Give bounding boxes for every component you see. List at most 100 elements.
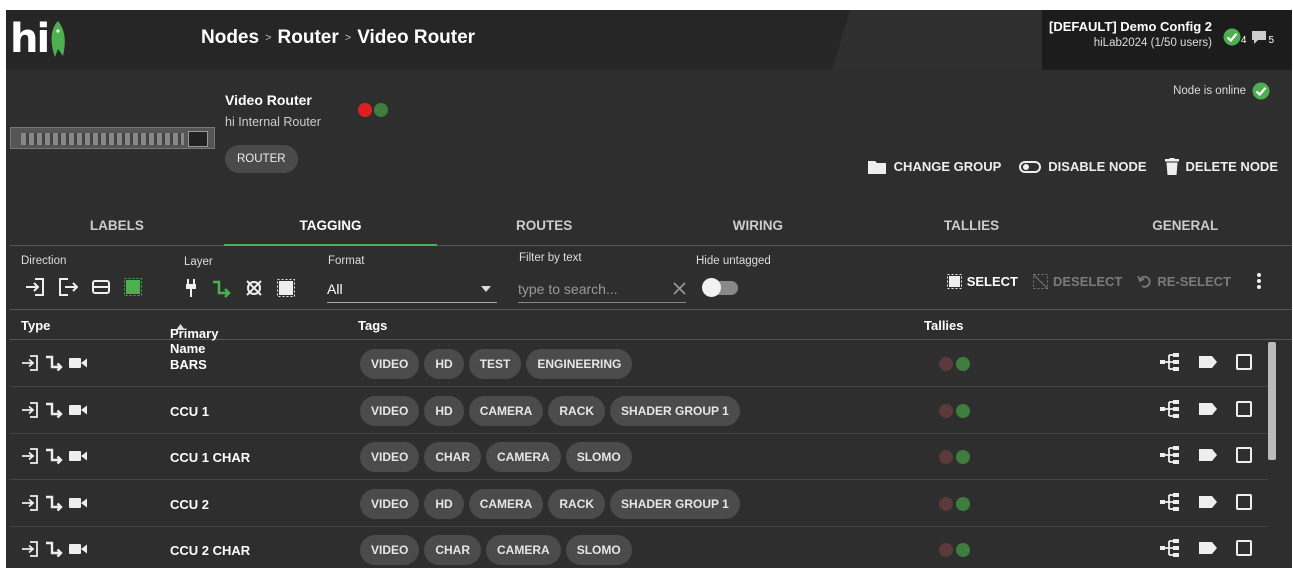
- online-text: Node is online: [1173, 85, 1246, 97]
- tag-chip[interactable]: VIDEO: [360, 395, 420, 426]
- delete-node-button[interactable]: DELETE NODE: [1164, 158, 1278, 175]
- row-actions: [1160, 492, 1252, 511]
- breadcrumb-separator: >: [265, 32, 272, 44]
- label-tag-icon[interactable]: [1198, 495, 1218, 509]
- table-row[interactable]: CCU 2 CHAR VIDEO CHAR CAMERA SLOMO: [10, 527, 1268, 568]
- row-primary-name: CCU 2: [170, 496, 210, 512]
- messages-indicator[interactable]: 5: [1250, 29, 1274, 46]
- row-tallies: [939, 450, 970, 464]
- more-vert-icon[interactable]: [1256, 272, 1262, 290]
- row-checkbox[interactable]: [1236, 400, 1252, 417]
- row-primary-name: CCU 1 CHAR: [170, 450, 251, 465]
- logo-text: hi: [10, 16, 50, 62]
- tag-chip[interactable]: VIDEO: [360, 442, 420, 472]
- row-checkbox[interactable]: [1236, 493, 1252, 510]
- table-row[interactable]: CCU 1 CHAR VIDEO CHAR CAMERA SLOMO: [10, 434, 1268, 480]
- select-button[interactable]: SELECT: [946, 273, 1018, 289]
- tag-chip[interactable]: ENGINEERING: [526, 349, 633, 379]
- table-row[interactable]: CCU 1 VIDEO HD CAMERA RACK SHADER GROUP 1: [10, 388, 1268, 434]
- table-row[interactable]: BARS VIDEO HD TEST ENGINEERING: [10, 341, 1268, 387]
- change-group-button[interactable]: CHANGE GROUP: [867, 158, 1001, 175]
- tab-routes[interactable]: ROUTES: [437, 206, 651, 245]
- tab-tallies[interactable]: TALLIES: [865, 206, 1079, 245]
- disable-node-button[interactable]: DISABLE NODE: [1019, 158, 1147, 175]
- tag-chip[interactable]: CAMERA: [486, 442, 561, 472]
- app-logo[interactable]: hi: [10, 16, 68, 62]
- tab-general[interactable]: GENERAL: [1078, 206, 1292, 245]
- bidirectional-icon[interactable]: [91, 278, 111, 296]
- label-tag-icon[interactable]: [1198, 541, 1218, 555]
- tally-green-indicator: [956, 450, 970, 464]
- tally-red-indicator: [939, 403, 953, 418]
- crossover-icon[interactable]: [244, 278, 264, 298]
- tally-red-indicator: [939, 496, 953, 511]
- hierarchy-icon[interactable]: [1160, 446, 1180, 464]
- tag-chip[interactable]: VIDEO: [360, 535, 420, 565]
- deselect-button[interactable]: DESELECT: [1032, 273, 1122, 289]
- tag-chip[interactable]: VIDEO: [360, 349, 420, 379]
- tag-chip[interactable]: RACK: [548, 395, 606, 426]
- tag-chip[interactable]: SHADER GROUP 1: [610, 488, 740, 519]
- format-select[interactable]: All: [327, 275, 497, 303]
- tab-labels[interactable]: LABELS: [10, 206, 224, 245]
- tag-chip[interactable]: HD: [424, 395, 464, 426]
- scrollbar[interactable]: [1268, 342, 1276, 460]
- label-tag-icon[interactable]: [1198, 355, 1218, 369]
- col-name-header[interactable]: Primary Name: [170, 318, 218, 356]
- table-row[interactable]: CCU 2 VIDEO HD CAMERA RACK SHADER GROUP 1: [10, 481, 1268, 527]
- label-tag-icon[interactable]: [1198, 402, 1218, 416]
- deselect-icon: [1032, 273, 1048, 289]
- tag-chip[interactable]: HD: [424, 349, 464, 379]
- caret-down-icon: [481, 285, 491, 292]
- close-icon[interactable]: [673, 282, 686, 295]
- config-info[interactable]: [DEFAULT] Demo Config 2 hiLab2024 (1/50 …: [1049, 19, 1212, 49]
- row-checkbox[interactable]: [1236, 540, 1252, 556]
- hide-untagged-label: Hide untagged: [696, 255, 771, 267]
- breadcrumb-router[interactable]: Router: [278, 27, 339, 49]
- hierarchy-icon[interactable]: [1160, 353, 1180, 371]
- status-light-red: [358, 103, 372, 117]
- node-subtitle: hi Internal Router: [225, 115, 321, 129]
- row-checkbox[interactable]: [1236, 447, 1252, 463]
- breadcrumb-nodes[interactable]: Nodes: [201, 27, 259, 49]
- disable-node-label: DISABLE NODE: [1048, 159, 1147, 174]
- tag-chip[interactable]: CAMERA: [468, 488, 544, 519]
- tab-tagging[interactable]: TAGGING: [223, 206, 438, 246]
- row-checkbox[interactable]: [1236, 354, 1252, 370]
- hierarchy-icon[interactable]: [1160, 399, 1180, 418]
- messages-count: 5: [1268, 34, 1274, 46]
- hierarchy-icon[interactable]: [1160, 539, 1180, 557]
- direction-label: Direction: [21, 255, 67, 267]
- input-direction-icon[interactable]: [25, 278, 45, 296]
- hide-untagged-toggle[interactable]: [702, 278, 738, 297]
- select-all-direction-icon[interactable]: [124, 278, 142, 296]
- app-window: hi Nodes > Router > Video Router [DEFAUL…: [6, 10, 1292, 568]
- tag-chip[interactable]: RACK: [548, 488, 606, 519]
- filter-text-input[interactable]: [518, 280, 653, 297]
- tab-wiring[interactable]: WIRING: [651, 206, 865, 245]
- label-tag-icon[interactable]: [1198, 448, 1218, 462]
- checks-indicator[interactable]: 4: [1223, 28, 1246, 46]
- tag-chip[interactable]: VIDEO: [360, 488, 420, 519]
- tag-chip[interactable]: HD: [424, 488, 464, 519]
- route-layer-icon[interactable]: [211, 278, 231, 298]
- hierarchy-icon[interactable]: [1160, 492, 1180, 511]
- video-camera-icon: [69, 358, 87, 368]
- node-actions: CHANGE GROUP DISABLE NODE DELETE NODE: [867, 158, 1278, 175]
- output-direction-icon[interactable]: [58, 278, 78, 296]
- select-all-layer-icon[interactable]: [277, 279, 295, 297]
- tag-chip[interactable]: CHAR: [424, 535, 482, 565]
- tag-chip[interactable]: CAMERA: [468, 395, 544, 426]
- tag-chip[interactable]: CHAR: [424, 442, 482, 472]
- tag-chip[interactable]: SHADER GROUP 1: [610, 395, 740, 426]
- status-indicators: 4 5: [1223, 28, 1274, 46]
- tag-chip[interactable]: SLOMO: [565, 535, 632, 565]
- chat-icon: [1252, 30, 1267, 44]
- tag-chip[interactable]: SLOMO: [565, 442, 632, 472]
- node-type-chip: ROUTER: [225, 145, 298, 173]
- connector-icon[interactable]: [184, 278, 198, 298]
- row-type-icons: [21, 494, 87, 512]
- tag-chip[interactable]: TEST: [468, 349, 522, 379]
- reselect-button[interactable]: RE-SELECT: [1137, 274, 1231, 289]
- tag-chip[interactable]: CAMERA: [486, 535, 561, 565]
